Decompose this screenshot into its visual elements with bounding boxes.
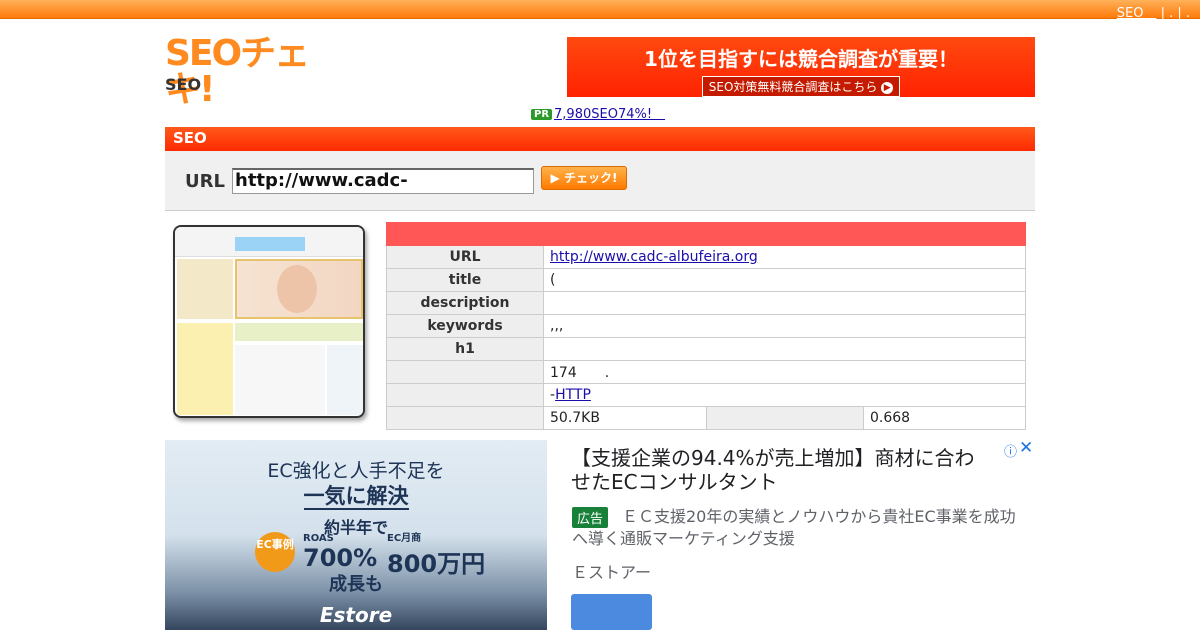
banner-button[interactable]: SEO対策無料競合調査はこちら ▶ <box>701 76 901 97</box>
ad-image-line5: 成長も <box>329 574 383 595</box>
table-row: description <box>386 291 1026 315</box>
table-row: 174 . <box>386 360 1026 384</box>
section-title: SEO <box>165 127 1035 151</box>
time-value: 0.668 <box>863 406 1026 430</box>
row-label: keywords <box>386 314 544 338</box>
url-label: URL <box>185 171 225 192</box>
check-button-label: チェック! <box>563 171 618 185</box>
ad-open-button[interactable] <box>571 594 652 630</box>
row-label: description <box>386 291 544 315</box>
row-value <box>543 291 1026 315</box>
row-label: title <box>386 268 544 292</box>
ad-badge: 広告 <box>572 507 609 528</box>
ad-image-line1: EC強化と人手不足を <box>267 460 445 482</box>
check-button[interactable]: ▶ チェック! <box>541 166 627 190</box>
table-row: URL http://www.cadc-albufeira.org <box>386 245 1026 269</box>
table-row: title ( <box>386 268 1026 292</box>
row-label: h1 <box>386 337 544 361</box>
pr-badge: PR <box>531 109 553 120</box>
table-row: keywords ,,, <box>386 314 1026 338</box>
arrow-right-icon: ▶ <box>881 81 894 94</box>
url-input[interactable]: http://www.cadc-albufeira.org <box>232 168 534 194</box>
ad-source: Ｅストアー <box>572 563 652 582</box>
logo-text: SEOチェキ! <box>165 33 310 110</box>
table-row: 50.7KB 0.668 <box>386 406 1026 430</box>
ad-image-line2: 一気に解決 <box>303 484 409 510</box>
url-form: URL http://www.cadc-albufeira.org ▶ チェック… <box>165 151 1035 211</box>
pr-link[interactable]: 7,980SEO74%! <box>554 107 665 122</box>
site-thumbnail <box>173 225 365 418</box>
pr-line: PR 7,980SEO74%! <box>531 103 665 122</box>
ad-title[interactable]: 【支援企業の94.4%が売上増加】商材に合わせたECコンサルタント <box>571 446 991 494</box>
site-subtitle: SEO <box>165 75 202 94</box>
table-row: h1 <box>386 337 1026 361</box>
ad-case-badge: EC事例 <box>255 532 295 572</box>
ad-ec-label: EC月商 <box>387 533 422 544</box>
top-nav-separators: | . | . <box>1156 6 1190 21</box>
table-row: -HTTP <box>386 383 1026 407</box>
ad-description: ＥＣ支援20年の実績とノウハウから貴社EC事業を成功へ導く通販マーケティング支援 <box>572 507 1016 548</box>
row-label: URL <box>386 245 544 269</box>
row-value: ( <box>543 268 1026 292</box>
row-value <box>543 337 1026 361</box>
top-nav-seo-link[interactable]: SEO <box>1117 6 1157 21</box>
http-link[interactable]: HTTP <box>555 387 591 403</box>
ad-close-icon[interactable]: ✕ <box>1019 438 1033 458</box>
ad-roas: ROAS 700% <box>303 533 378 573</box>
ad-roas-value: 700% <box>303 544 378 572</box>
banner-ad[interactable]: 1位を目指すには競合調査が重要！ SEO対策無料競合調査はこちら ▶ <box>567 37 1035 97</box>
row-value: ,,, <box>543 314 1026 338</box>
row-value: 174 . <box>543 360 1026 384</box>
site-logo[interactable]: SEOチェキ! <box>165 36 340 108</box>
result-url-link[interactable]: http://www.cadc-albufeira.org <box>550 249 758 265</box>
ad-image[interactable]: EC強化と人手不足を 一気に解決 約半年で EC事例 ROAS 700% EC月商… <box>165 440 547 630</box>
size-value: 50.7KB <box>543 406 707 430</box>
top-nav: SEO | . | . <box>1117 2 1190 21</box>
banner-headline: 1位を目指すには競合調査が重要！ <box>644 47 958 71</box>
result-table-header <box>386 222 1026 246</box>
ad-roas-label: ROAS <box>303 533 334 544</box>
ad-brand: Estore <box>319 603 393 627</box>
banner-button-label: SEO対策無料競合調査はこちら <box>708 80 878 94</box>
ad-info-icon[interactable]: ⓘ <box>1004 441 1017 460</box>
result-table: URL http://www.cadc-albufeira.org title … <box>386 222 1026 430</box>
row-label <box>386 360 544 384</box>
row-label <box>386 383 544 407</box>
top-bar: SEO | . | . <box>0 0 1200 21</box>
